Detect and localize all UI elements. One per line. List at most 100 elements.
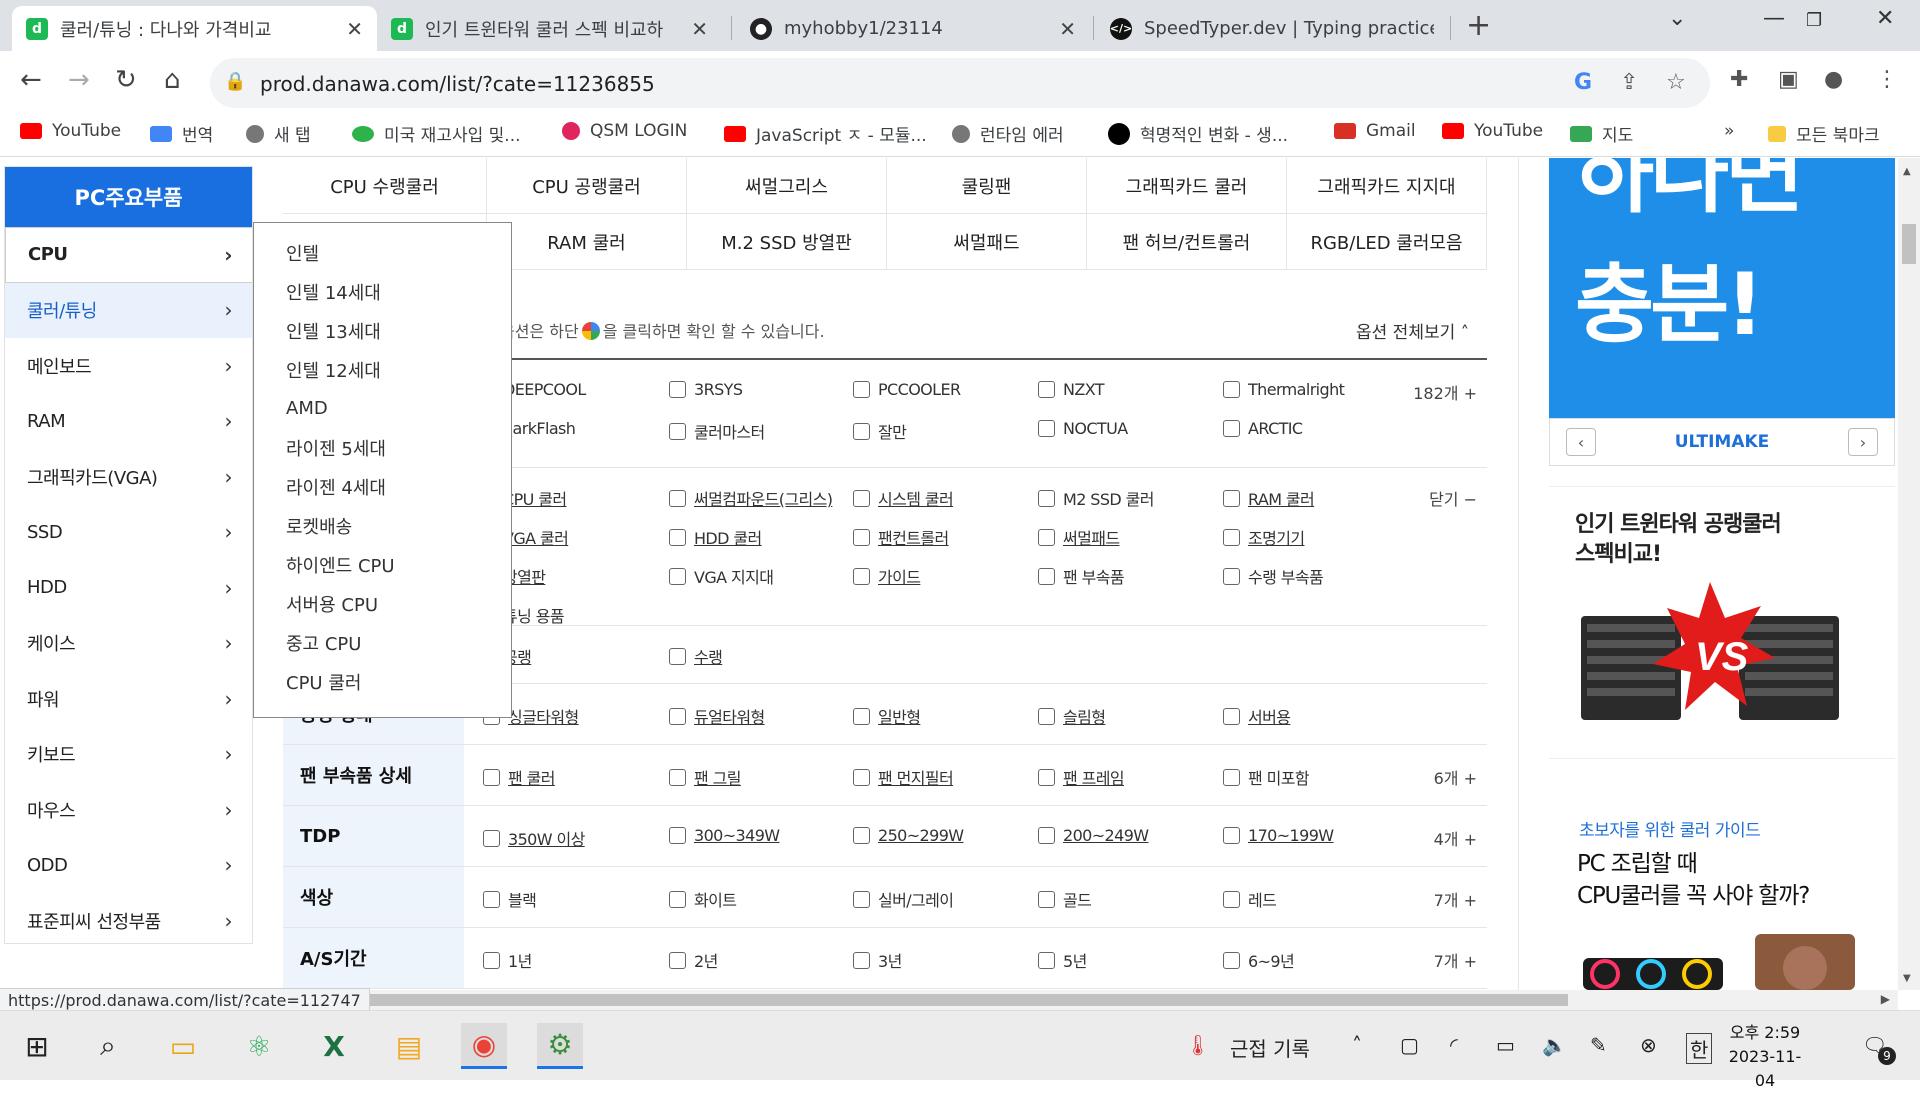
filter-option[interactable]: 3RSYS bbox=[669, 380, 839, 399]
checkbox[interactable] bbox=[1038, 890, 1055, 908]
filter-option[interactable]: 3년 bbox=[853, 948, 1023, 972]
checkbox[interactable] bbox=[669, 422, 686, 440]
volume-icon[interactable]: 🔈 bbox=[1542, 1033, 1567, 1057]
filter-option[interactable]: 공랭 bbox=[503, 644, 653, 668]
filter-option[interactable]: 조명기기 bbox=[1223, 525, 1393, 549]
checkbox[interactable] bbox=[1223, 890, 1240, 908]
close-tab-icon[interactable]: ✕ bbox=[346, 17, 363, 41]
category-item-mouse[interactable]: 마우스 › bbox=[5, 782, 252, 838]
filter-option[interactable]: DEEPCOOL bbox=[503, 380, 653, 399]
tab-search-icon[interactable]: ⌄ bbox=[1668, 6, 1686, 31]
windows-start-icon[interactable]: ⊞ bbox=[14, 1023, 60, 1069]
filter-option[interactable]: 레드 bbox=[1223, 887, 1393, 911]
view-all-options-button[interactable]: 옵션 전체보기 ˄ bbox=[1356, 318, 1469, 343]
bookmark-javascript[interactable]: JavaScript ㅈ - 모듈... bbox=[724, 121, 927, 146]
filter-option[interactable]: 팬 먼지필터 bbox=[853, 765, 1023, 789]
browser-tab-4[interactable]: </> SpeedTyper.dev | Typing practice bbox=[1096, 6, 1448, 51]
atom-icon[interactable]: ⚛ bbox=[236, 1023, 282, 1069]
checkbox[interactable] bbox=[1223, 827, 1240, 844]
subcategory-item[interactable]: 쿨링팬 bbox=[887, 158, 1087, 214]
filter-option[interactable]: 실버/그레이 bbox=[853, 887, 1023, 911]
checkbox[interactable] bbox=[853, 707, 870, 725]
profile-icon[interactable]: ● bbox=[1824, 67, 1843, 92]
prev-icon[interactable]: ‹ bbox=[1566, 428, 1596, 456]
checkbox[interactable] bbox=[669, 647, 686, 665]
filter-option[interactable]: VGA 지지대 bbox=[669, 564, 839, 588]
checkbox[interactable] bbox=[853, 381, 870, 398]
reload-icon[interactable]: ↻ bbox=[115, 65, 137, 95]
restore-icon[interactable]: ❐ bbox=[1806, 10, 1822, 31]
browser-tab-3[interactable]: ● myhobby1/23114 ✕ bbox=[736, 6, 1090, 51]
filter-option[interactable]: CPU 쿨러 bbox=[503, 486, 653, 510]
more-options-button[interactable]: 182개 + bbox=[1413, 380, 1477, 404]
promo-heading[interactable]: 인기 트윈타워 공랭쿨러 스펙비교! bbox=[1575, 510, 1782, 570]
submenu-item[interactable]: CPU 쿨러 bbox=[254, 662, 511, 701]
filter-option[interactable]: 350W 이상 bbox=[483, 826, 653, 850]
tray-overflow-icon[interactable]: ˄ bbox=[1352, 1033, 1362, 1057]
checkbox[interactable] bbox=[853, 422, 870, 440]
ime-indicator[interactable]: 한 bbox=[1686, 1033, 1713, 1064]
checkbox[interactable] bbox=[1223, 420, 1240, 437]
filter-option[interactable]: 듀얼타워형 bbox=[669, 704, 839, 728]
category-item-ssd[interactable]: SSD › bbox=[5, 505, 252, 561]
checkbox[interactable] bbox=[1223, 489, 1240, 507]
excel-icon[interactable]: X bbox=[311, 1023, 357, 1069]
checkbox[interactable] bbox=[1038, 420, 1055, 437]
checkbox[interactable] bbox=[669, 707, 686, 725]
category-item-power[interactable]: 파워 › bbox=[5, 671, 252, 727]
clock[interactable]: 오후 2:59 2023-11-04 bbox=[1720, 1021, 1810, 1093]
checkbox[interactable] bbox=[1223, 768, 1240, 786]
checkbox[interactable] bbox=[1038, 567, 1055, 585]
filter-option[interactable]: 일반형 bbox=[853, 704, 1023, 728]
filter-option[interactable]: 2년 bbox=[669, 948, 839, 972]
filter-option[interactable]: 수랭 부속품 bbox=[1223, 564, 1393, 588]
filter-option[interactable]: 시스템 쿨러 bbox=[853, 486, 1023, 510]
bookmark-newtab[interactable]: 새 탭 bbox=[246, 121, 311, 146]
guide-label[interactable]: 초보자를 위한 쿨러 가이드 bbox=[1579, 816, 1761, 841]
filter-option[interactable]: NOCTUA bbox=[1038, 419, 1208, 438]
network-icon[interactable]: ◜ bbox=[1450, 1033, 1458, 1057]
filter-option[interactable]: 250~299W bbox=[853, 826, 1023, 845]
checkbox[interactable] bbox=[1038, 489, 1055, 507]
side-panel-icon[interactable]: ▣ bbox=[1778, 67, 1799, 92]
filter-option[interactable]: 서버용 bbox=[1223, 704, 1393, 728]
filter-option[interactable]: 튜닝 용품 bbox=[503, 603, 653, 627]
collapse-options-button[interactable]: 닫기 − bbox=[1429, 486, 1477, 510]
filter-option[interactable]: RAM 쿨러 bbox=[1223, 486, 1393, 510]
lock-icon[interactable]: 🔒 bbox=[224, 71, 246, 92]
filter-option[interactable]: PCCOOLER bbox=[853, 380, 1023, 399]
checkbox[interactable] bbox=[853, 489, 870, 507]
filter-option[interactable]: 써멀컴파운드(그리스) bbox=[669, 486, 847, 510]
browser-tab-2[interactable]: d 인기 트윈타워 쿨러 스펙 비교하 ✕ bbox=[377, 6, 722, 51]
submenu-item[interactable]: 인텔 13세대 bbox=[254, 311, 511, 350]
filter-option[interactable]: 300~349W bbox=[669, 826, 839, 845]
bookmark-star-icon[interactable]: ☆ bbox=[1666, 70, 1686, 95]
checkbox[interactable] bbox=[1223, 951, 1240, 969]
battery-icon[interactable]: ▭ bbox=[1496, 1033, 1515, 1057]
filter-option[interactable]: 5년 bbox=[1038, 948, 1208, 972]
filter-option[interactable]: 방열판 bbox=[503, 564, 653, 588]
filter-option[interactable]: HDD 쿨러 bbox=[669, 525, 839, 549]
checkbox[interactable] bbox=[669, 489, 686, 507]
submenu-item[interactable]: 중고 CPU bbox=[254, 623, 511, 662]
pen-icon[interactable]: ✎ bbox=[1590, 1033, 1607, 1057]
category-item-standard-pc[interactable]: 표준피씨 선정부품 › bbox=[5, 893, 252, 949]
filter-option[interactable]: M2 SSD 쿨러 bbox=[1038, 486, 1208, 510]
filter-option[interactable]: 팬 쿨러 bbox=[483, 765, 653, 789]
scroll-down-icon[interactable]: ▼ bbox=[1903, 973, 1911, 984]
checkbox[interactable] bbox=[853, 567, 870, 585]
ad-brand[interactable]: ULTIMAKE bbox=[1675, 432, 1770, 452]
guide-heading[interactable]: PC 조립할 때 CPU쿨러를 꼭 사야 할까? bbox=[1577, 848, 1810, 912]
checkbox[interactable] bbox=[669, 827, 686, 844]
filter-option[interactable]: 6~9년 bbox=[1223, 948, 1393, 972]
submenu-item[interactable]: 인텔 bbox=[254, 233, 511, 272]
checkbox[interactable] bbox=[1223, 567, 1240, 585]
submenu-item[interactable]: 인텔 12세대 bbox=[254, 350, 511, 389]
weather-text[interactable]: 근접 기록 bbox=[1230, 1033, 1310, 1062]
checkbox[interactable] bbox=[853, 768, 870, 786]
submenu-item[interactable]: AMD bbox=[254, 389, 511, 428]
chrome-icon[interactable]: ◉ bbox=[461, 1023, 507, 1069]
bookmark-stock[interactable]: 미국 재고사입 및... bbox=[352, 121, 521, 146]
subcategory-item[interactable]: 그래픽카드 쿨러 bbox=[1087, 158, 1287, 214]
back-icon[interactable]: ← bbox=[20, 65, 42, 95]
